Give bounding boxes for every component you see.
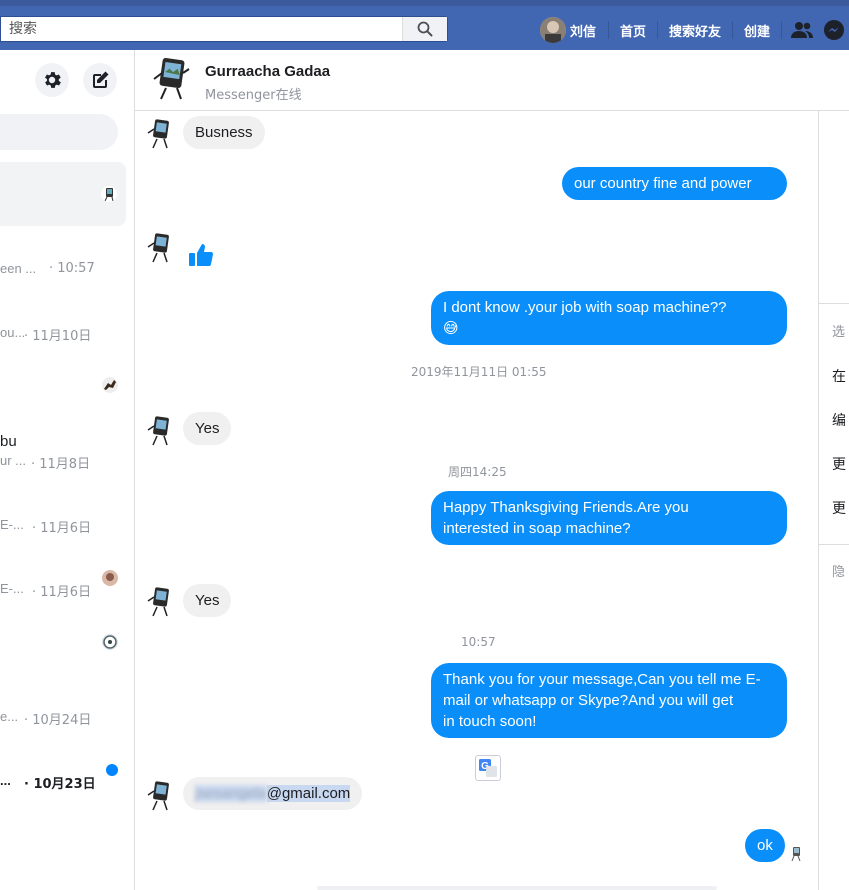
message-bubble-outgoing[interactable]: Thank you for your message,Can you tell …: [431, 663, 787, 738]
contact-avatar: [102, 570, 118, 586]
list-item-time: · 11月8日: [31, 457, 91, 472]
nav-find-friends[interactable]: 搜索好友: [660, 21, 730, 40]
contact-avatar[interactable]: [151, 57, 191, 101]
divider: [819, 544, 849, 545]
list-item-time: · 10月23日: [24, 777, 96, 792]
option-item[interactable]: 在: [832, 366, 846, 386]
option-item[interactable]: 更: [832, 454, 846, 474]
option-item[interactable]: 更: [832, 498, 846, 518]
section-heading: 隐: [832, 565, 846, 580]
unread-indicator: [106, 764, 118, 776]
message-bubble-outgoing[interactable]: our country fine and power: [562, 167, 787, 200]
contact-status: Messenger在线: [205, 88, 302, 103]
messenger-button[interactable]: [820, 19, 848, 41]
message-bubble-outgoing[interactable]: I dont know .your job with soap machine?…: [431, 291, 787, 345]
conversation-list-panel: een ... · 10:57 ou... · 11月10日 bu ur ...…: [0, 50, 135, 890]
settings-button[interactable]: [35, 63, 69, 97]
message-bubble-incoming[interactable]: Yes: [183, 584, 232, 617]
redacted-email-user: jsesangela: [195, 785, 267, 802]
contact-avatar: [102, 377, 118, 393]
sender-avatar: [147, 781, 173, 811]
conversation-details-panel: 选 在 编 更 更 隐: [818, 111, 849, 890]
sender-avatar: [147, 416, 173, 446]
google-translate-icon: G: [479, 759, 497, 777]
list-item-time: · 11月6日: [32, 521, 92, 536]
messenger-icon: [824, 20, 845, 40]
new-message-button[interactable]: [83, 63, 117, 97]
list-item-time: · 10月24日: [24, 713, 92, 728]
search-input[interactable]: [1, 17, 403, 41]
email-domain: @gmail.com: [266, 785, 351, 802]
divider: [657, 21, 659, 39]
list-item-time: · 11月6日: [32, 585, 92, 600]
message-bubble-outgoing[interactable]: ok: [745, 829, 785, 862]
divider: [732, 21, 734, 39]
seen-avatar: [789, 846, 803, 862]
user-name: 刘信: [570, 24, 597, 40]
list-item-snippet: E-...: [0, 517, 24, 532]
seen-avatar: [101, 186, 117, 202]
divider: [781, 21, 783, 39]
list-item-snippet: E-...: [0, 581, 24, 596]
nav-home[interactable]: 首页: [611, 21, 655, 40]
list-item-snippet: ur ...: [0, 453, 27, 468]
friend-requests-button[interactable]: [788, 21, 816, 39]
divider: [819, 303, 849, 304]
message-bubble-incoming[interactable]: jsesangela@gmail.com: [183, 777, 363, 810]
timestamp: 10:57: [461, 635, 496, 649]
message-text: I dont know .your job with soap machine?…: [443, 299, 727, 316]
top-nav: 刘信 首页 搜索好友 创建: [540, 16, 848, 44]
message-thread: Busness our country fine and power I don…: [135, 111, 818, 890]
conversation-header: Gurraacha Gadaa Messenger在线: [135, 50, 849, 111]
search-button[interactable]: [402, 17, 447, 41]
top-navigation-bar: 刘信 首页 搜索好友 创建: [0, 0, 849, 50]
sender-avatar: [147, 587, 173, 617]
user-avatar: [540, 17, 566, 43]
timestamp: 2019年11月11日 01:55: [411, 365, 547, 379]
contact-name[interactable]: Gurraacha Gadaa: [205, 63, 330, 80]
list-item-time: · 11月10日: [24, 329, 92, 344]
message-text: in touch soon!: [443, 713, 537, 730]
like-thumbs-up-icon[interactable]: [187, 241, 215, 269]
sender-avatar: [147, 233, 173, 263]
sender-avatar: [147, 119, 173, 149]
translate-button[interactable]: G: [475, 755, 501, 781]
profile-link[interactable]: 刘信: [540, 17, 606, 43]
composer-top-edge: [317, 886, 717, 890]
message-text: Thank you for your message,Can you tell …: [443, 671, 761, 688]
list-item-snippet: e...: [0, 709, 19, 724]
search-box: [0, 16, 448, 42]
message-bubble-incoming[interactable]: Busness: [183, 116, 265, 149]
emoji: 😅: [443, 319, 459, 337]
divider: [608, 21, 610, 39]
list-item-name: bu: [0, 433, 17, 450]
message-text: mail or whatsapp or Skype?And you will g…: [443, 692, 734, 709]
conversation-search-input[interactable]: [0, 114, 118, 150]
friends-icon: [791, 22, 814, 38]
nav-create[interactable]: 创建: [735, 21, 779, 40]
gear-icon: [45, 72, 61, 88]
compose-icon: [93, 71, 109, 88]
message-bubble-outgoing[interactable]: Happy Thanksgiving Friends.Are you inter…: [431, 491, 787, 545]
message-text: interested in soap machine?: [443, 520, 631, 537]
contact-avatar: [102, 634, 118, 650]
message-text: Happy Thanksgiving Friends.Are you: [443, 499, 689, 516]
timestamp: 周四14:25: [448, 465, 507, 479]
list-item-snippet: ou...: [0, 325, 26, 340]
option-item[interactable]: 编: [832, 410, 846, 430]
search-icon: [417, 21, 433, 37]
list-item-snippet: ...: [0, 773, 11, 788]
section-heading: 选: [832, 325, 846, 340]
list-item-snippet: een ...: [0, 261, 37, 276]
message-bubble-incoming[interactable]: Yes: [183, 412, 232, 445]
list-item-time: · 10:57: [49, 261, 95, 276]
